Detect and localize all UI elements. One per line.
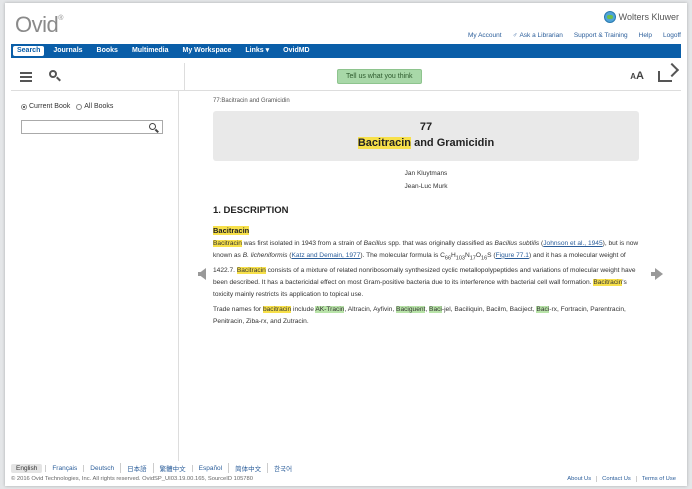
paragraph-description: Bacitracin was first isolated in 1943 fr… [213,240,639,298]
copyright: © 2016 Ovid Technologies, Inc. All right… [11,476,253,482]
figure-link[interactable]: Figure 77.1 [496,252,529,259]
nav-ovidmd[interactable]: OvidMD [276,44,316,58]
authors: Jan Kluytmans Jean-Luc Murk [213,167,639,193]
ovid-logo[interactable]: Ovid® [15,12,63,38]
footer-links: About Us Contact Us Terms of Use [562,476,681,482]
reader-content: 77:Bacitracin and Gramicidin 77 Bacitrac… [179,91,681,461]
chapter-number: 77 [419,121,433,133]
toolbar: Tell us what you think AA [11,63,681,91]
lang-simplified-chinese[interactable]: 简体中文 [228,463,267,473]
feedback-button[interactable]: Tell us what you think [337,69,422,84]
prev-page-icon[interactable] [198,268,206,280]
breadcrumb[interactable]: 77:Bacitracin and Gramicidin [213,98,290,104]
person-icon: ♂ [512,32,518,39]
contact-us-link[interactable]: Contact Us [596,476,636,482]
nav-search[interactable]: Search [13,46,45,56]
nav-multimedia[interactable]: Multimedia [125,44,176,58]
lang-french[interactable]: Français [45,464,83,472]
nav-journals[interactable]: Journals [46,44,89,58]
author: Jan Kluytmans [404,170,448,177]
citation-link[interactable]: Katz and Demain, 1977 [291,252,360,259]
subsection-heading: Bacitracin [213,226,250,235]
my-account-link[interactable]: My Account [468,32,502,39]
share-icon[interactable] [658,71,672,82]
lang-spanish[interactable]: Español [191,464,229,472]
wolters-kluwer-brand: Wolters Kluwer [603,11,679,23]
paragraph-trade-names: Trade names for bacitracin include AK-Tr… [213,306,626,325]
font-size-toggle[interactable]: AA [630,70,644,82]
globe-icon [603,11,616,23]
citation-link[interactable]: Johnson et al., 1945 [543,240,602,247]
logoff-link[interactable]: Logoff [663,32,681,39]
lang-japanese[interactable]: 日本語 [120,463,153,473]
nav-books[interactable]: Books [90,44,125,58]
lang-english[interactable]: English [11,463,43,473]
radio-current-book[interactable]: Current Book [21,103,70,110]
support-link[interactable]: Support & Training [574,32,628,39]
book-search-input[interactable] [21,120,163,134]
lang-traditional-chinese[interactable]: 繁體中文 [152,463,192,473]
sidebar: Current Book All Books [11,91,179,461]
author: Jean-Luc Murk [404,183,448,190]
nav-my-workspace[interactable]: My Workspace [176,44,239,58]
main-nav: Search Journals Books Multimedia My Work… [11,44,681,58]
ask-librarian-link[interactable]: ♂ Ask a Librarian [513,32,563,39]
book-scope-radios: Current Book All Books [21,103,113,110]
list-icon[interactable] [20,72,32,82]
next-page-icon[interactable] [651,268,663,280]
help-link[interactable]: Help [639,32,652,39]
language-switcher: English Français Deutsch 日本語 繁體中文 Españo… [11,463,298,473]
chapter-title: Bacitracin and Gramicidin [357,137,495,149]
toolbar-divider [184,63,185,91]
lang-german[interactable]: Deutsch [83,464,120,472]
account-links: My Account ♂ Ask a Librarian Support & Tr… [468,32,681,39]
nav-links[interactable]: Links ▾ [238,44,276,58]
terms-link[interactable]: Terms of Use [635,476,681,482]
radio-all-books[interactable]: All Books [76,103,113,110]
lang-korean[interactable]: 한국어 [267,463,298,473]
search-icon[interactable] [48,69,62,83]
page: Ovid® Wolters Kluwer My Account ♂ Ask a L… [5,3,687,486]
chapter-header: 77 Bacitracin and Gramicidin [213,111,639,161]
about-us-link[interactable]: About Us [562,476,596,482]
section-heading: 1. DESCRIPTION [213,205,289,216]
